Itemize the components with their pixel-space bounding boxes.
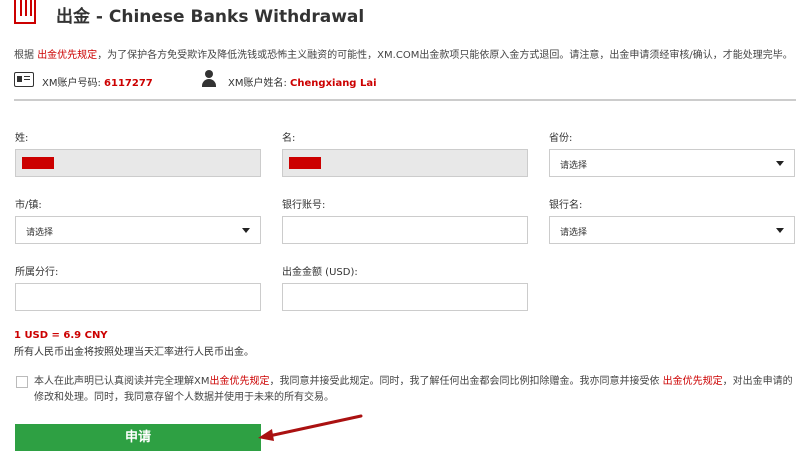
divider [14, 99, 796, 101]
agreement-checkbox[interactable] [16, 376, 28, 388]
bank-name-label: 银行名: [549, 200, 583, 211]
amount-label: 出金金额 (USD): [282, 267, 358, 278]
withdrawal-policy-link[interactable]: 出金优先规定 [663, 376, 723, 387]
city-label: 市/镇: [15, 200, 42, 211]
withdrawal-policy-link[interactable]: 出金优先规定 [37, 50, 97, 61]
chevron-down-icon [242, 228, 250, 233]
province-select[interactable]: 请选择 [549, 149, 795, 177]
amount-field[interactable] [282, 283, 528, 311]
page-title: 出金 - Chinese Banks Withdrawal [56, 7, 365, 27]
agreement-text: 本人在此声明已认真阅读并完全理解XM出金优先规定，我同意并接受此规定。同时，我了… [34, 376, 793, 403]
account-number: XM账户号码: 6117277 [42, 78, 153, 89]
submit-button[interactable]: 申请 [15, 424, 261, 451]
exchange-rate-note: 所有人民币出金将按照处理当天汇率进行人民币出金。 [14, 347, 254, 358]
last-name-label: 姓: [15, 133, 29, 144]
last-name-field[interactable] [15, 149, 261, 177]
id-card-icon [14, 72, 34, 87]
city-select[interactable]: 请选择 [15, 216, 261, 244]
redacted-mark [22, 157, 54, 169]
province-label: 省份: [549, 133, 573, 144]
redacted-mark [289, 157, 321, 169]
first-name-label: 名: [282, 133, 296, 144]
branch-field[interactable] [15, 283, 261, 311]
exchange-rate: 1 USD = 6.9 CNY [14, 330, 108, 341]
bank-name-select[interactable]: 请选择 [549, 216, 795, 244]
annotation-arrow-icon [258, 414, 363, 441]
bank-account-label: 银行账号: [282, 200, 326, 211]
user-icon [202, 70, 216, 88]
first-name-field[interactable] [282, 149, 528, 177]
bank-account-field[interactable] [282, 216, 528, 244]
branch-label: 所属分行: [15, 267, 59, 278]
withdrawal-icon [14, 0, 36, 24]
withdrawal-notice: 根据 出金优先规定，为了保护各方免受欺诈及降低洗钱或恐怖主义融资的可能性，XM.… [14, 50, 793, 61]
withdrawal-policy-link[interactable]: 出金优先规定 [209, 376, 269, 387]
chevron-down-icon [776, 161, 784, 166]
account-name: XM账户姓名: Chengxiang Lai [228, 78, 377, 89]
chevron-down-icon [776, 228, 784, 233]
